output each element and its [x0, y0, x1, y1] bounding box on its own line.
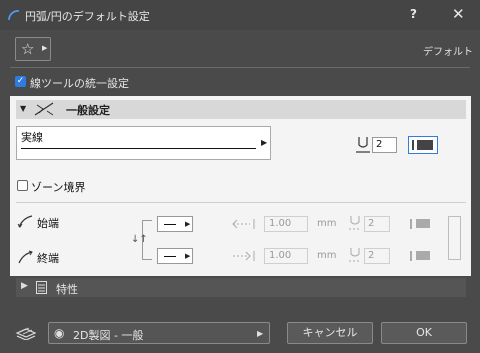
general-settings-header[interactable]: ▼ 一般設定: [16, 100, 466, 119]
pen-icon: [356, 137, 370, 153]
eye-icon: ◉: [54, 326, 65, 340]
general-settings-title: 一般設定: [66, 104, 110, 117]
help-button[interactable]: ?: [410, 7, 417, 21]
document-icon: [36, 281, 47, 294]
start-arrowhead-dropdown[interactable]: ▶: [157, 216, 193, 232]
pen-color-swatch[interactable]: [408, 136, 438, 154]
arrow-size-icon: [233, 251, 255, 261]
end-arrowhead-dropdown[interactable]: ▶: [157, 248, 193, 264]
unified-settings-checkbox[interactable]: ✓: [15, 76, 26, 87]
general-settings-panel: ▼ 一般設定 実線 ▶ 2 ゾーン境界 始端 終端 ↓↑ ▶ ▶ 1.00 mm…: [10, 96, 471, 276]
divider: [10, 67, 470, 68]
favorites-button[interactable]: ☆ ▶: [15, 37, 51, 61]
link-chain-icon[interactable]: [448, 216, 461, 260]
chevron-right-icon: ▶: [42, 44, 48, 52]
ok-button[interactable]: OK: [381, 322, 467, 344]
close-button[interactable]: ✕: [452, 5, 465, 23]
arc-icon: [8, 10, 20, 21]
start-label: 始端: [37, 217, 59, 230]
properties-title: 特性: [56, 283, 78, 296]
chevron-right-icon: ▶: [257, 329, 264, 338]
title-bar: 円弧/円のデフォルト設定 ? ✕: [0, 0, 480, 30]
pen-color-bar: [412, 140, 414, 150]
start-size-unit: mm: [317, 218, 337, 229]
default-label: デフォルト: [423, 47, 473, 58]
view-selector-label: 2D製図 - 一般: [73, 329, 144, 342]
arrow-size-icon: [232, 219, 255, 229]
footer-bar: ◉ 2D製図 - 一般 ▶ キャンセル OK: [0, 312, 480, 353]
layers-icon: [15, 327, 37, 340]
view-selector-dropdown[interactable]: ◉ 2D製図 - 一般 ▶: [48, 322, 270, 344]
chevron-right-icon: ▶: [261, 138, 268, 147]
pen-color-bar: [410, 251, 412, 261]
line-tool-icon: [34, 102, 54, 116]
pen-color-bar: [410, 219, 412, 229]
zone-boundary-label: ゾーン境界: [31, 181, 86, 194]
divider: [16, 202, 466, 203]
unified-settings-label: 線ツールの統一設定: [30, 77, 129, 90]
start-size-input[interactable]: 1.00: [264, 216, 308, 232]
end-size-unit: mm: [317, 250, 337, 261]
chevron-right-icon: ▶: [185, 220, 191, 228]
pen-color-fill: [417, 140, 433, 150]
cancel-button[interactable]: キャンセル: [287, 322, 373, 344]
pen-icon: [349, 248, 361, 262]
pen-number-input[interactable]: 2: [372, 137, 397, 153]
start-pen-input[interactable]: 2: [364, 216, 390, 232]
expand-triangle-icon: ▼: [20, 104, 27, 113]
line-type-preview: [21, 148, 256, 149]
expand-triangle-icon: ▶: [21, 281, 28, 291]
properties-header[interactable]: ▶ 特性: [16, 278, 466, 297]
arrowhead-preview: [164, 256, 176, 257]
end-label: 終端: [37, 252, 59, 265]
zone-boundary-checkbox[interactable]: [17, 180, 28, 191]
line-type-name: 実線: [21, 131, 43, 144]
chevron-right-icon: ▶: [185, 252, 191, 260]
pen-icon: [349, 216, 361, 230]
pen-color-fill: [416, 251, 430, 260]
end-pen-input[interactable]: 2: [364, 248, 390, 264]
end-arrow-icon: [18, 250, 33, 264]
swap-icon[interactable]: ↓↑: [131, 234, 148, 245]
line-type-selector[interactable]: 実線 ▶: [16, 126, 271, 160]
window-title: 円弧/円のデフォルト設定: [25, 10, 150, 23]
dialog-window: 円弧/円のデフォルト設定 ? ✕ ☆ ▶ デフォルト ✓ 線ツールの統一設定 ▼…: [0, 0, 480, 353]
start-arrow-icon: [17, 215, 33, 228]
start-pen-color[interactable]: [410, 217, 434, 231]
end-pen-color[interactable]: [410, 249, 434, 263]
end-size-input[interactable]: 1.00: [264, 248, 308, 264]
pen-color-fill: [416, 219, 430, 228]
star-icon: ☆: [21, 40, 35, 58]
arrowhead-preview: [164, 224, 176, 225]
